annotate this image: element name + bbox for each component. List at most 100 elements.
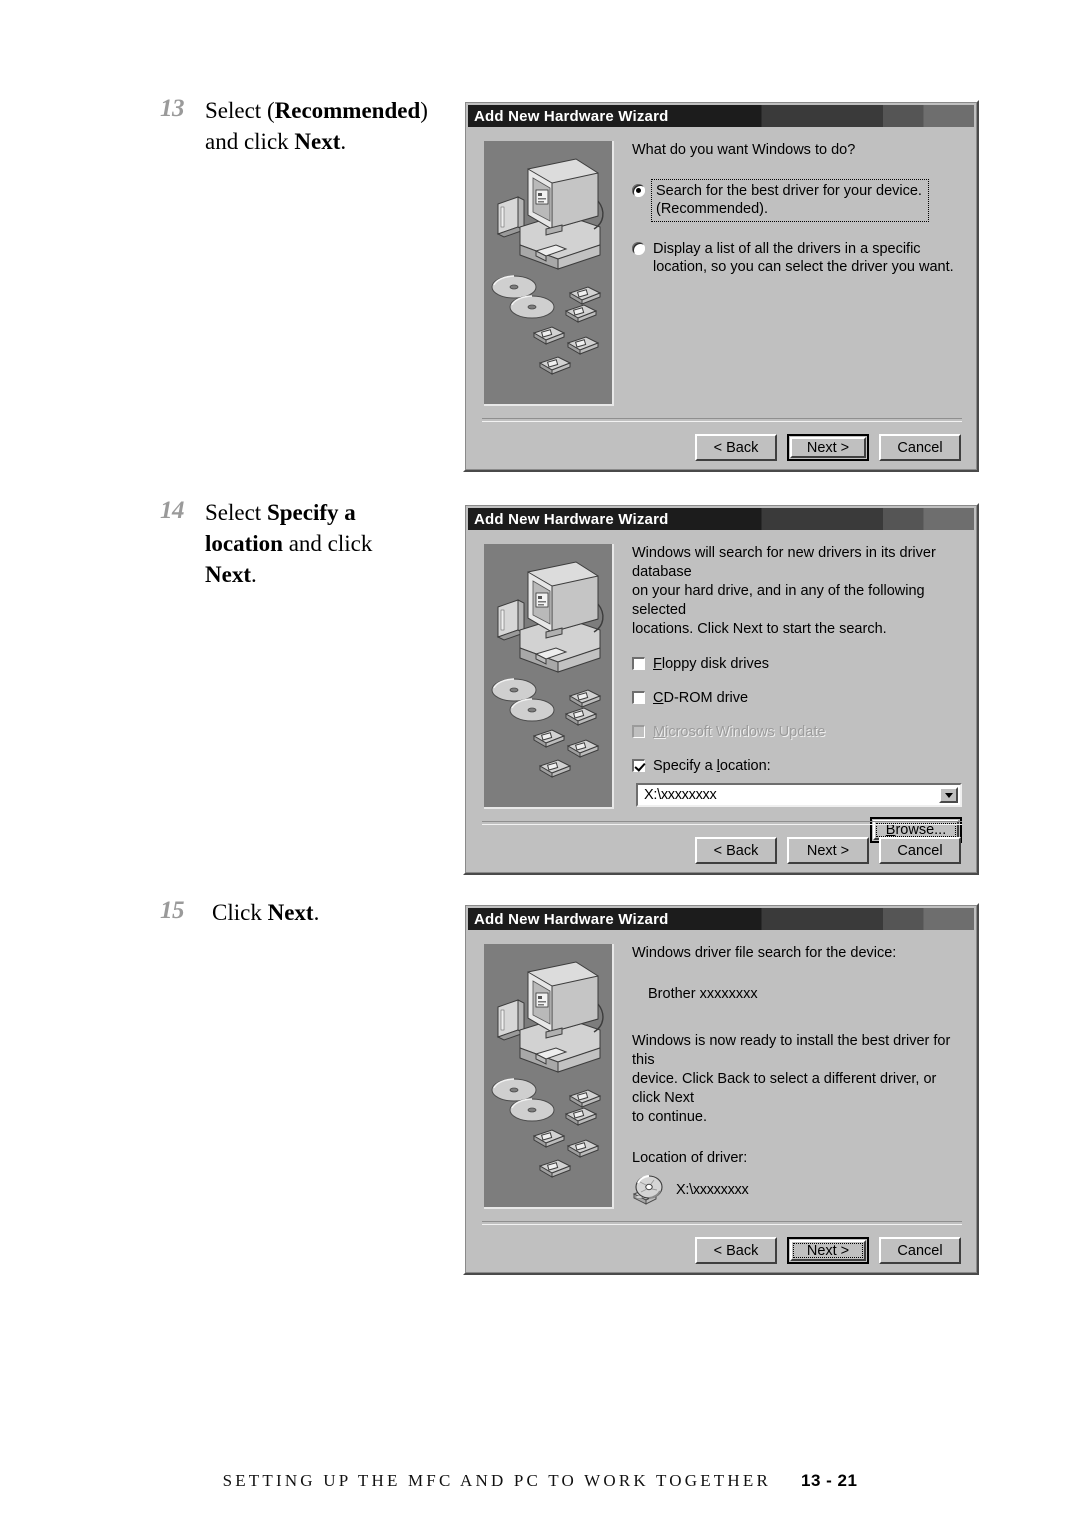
dialog-1-title: Add New Hardware Wizard bbox=[474, 107, 669, 125]
option-display-driver-list-labels: Display a list of all the drivers in a s… bbox=[653, 240, 954, 276]
checkbox-specify-a-location-label: Specify a location: bbox=[653, 757, 771, 775]
dialog-2-titlebar[interactable]: Add New Hardware Wizard bbox=[468, 508, 974, 530]
checkbox-specify-a-location[interactable]: Specify a location: bbox=[632, 757, 962, 775]
dialog-2-next-label: Next > bbox=[806, 842, 850, 859]
checkbox-floppy-disk-drives[interactable]: Floppy disk drives bbox=[632, 655, 962, 673]
wizard-illustration-3 bbox=[484, 944, 614, 1209]
radio-display-driver-list[interactable] bbox=[632, 242, 645, 255]
dialog-3-body: Windows driver file search for the devic… bbox=[468, 930, 974, 1270]
dialog-1-content: What do you want Windows to do? Search f… bbox=[632, 141, 962, 276]
checkbox-floppy-accel: F bbox=[653, 656, 662, 672]
checkbox-floppy-rest: loppy disk drives bbox=[661, 656, 770, 672]
dialog-1-button-row: < Back Next > Cancel bbox=[695, 434, 961, 461]
dialog-3-back-button[interactable]: < Back bbox=[695, 1237, 777, 1264]
step-15-text: Click Next. bbox=[212, 897, 460, 928]
step-13-number: 13 bbox=[160, 95, 185, 122]
checkbox-cd-rom-drive-box[interactable] bbox=[632, 691, 645, 704]
page-footer: SETTING UP THE MFC AND PC TO WORK TOGETH… bbox=[0, 1471, 1080, 1491]
checkbox-mswu-accel: M bbox=[653, 724, 666, 740]
checkbox-cdrom-accel: C bbox=[653, 690, 664, 706]
checkbox-mswu-rest: icrosoft Windows Update bbox=[665, 724, 826, 740]
dialog-2-button-row: < Back Next > Cancel bbox=[695, 837, 961, 864]
checkbox-floppy-disk-drives-label: Floppy disk drives bbox=[653, 655, 769, 673]
step-15-part-0: Click bbox=[212, 900, 268, 925]
option-search-best-driver-line2: (Recommended). bbox=[656, 201, 769, 217]
dialog-2-prompt-line3: locations. Click Next to start the searc… bbox=[632, 621, 887, 637]
checkbox-microsoft-windows-update-box bbox=[632, 725, 645, 738]
wizard-illustration-2 bbox=[484, 544, 614, 809]
step-13-part-6: . bbox=[340, 129, 347, 154]
checkbox-specify-a-location-box[interactable] bbox=[632, 759, 645, 772]
driver-location-row: X:\xxxxxxxx bbox=[632, 1174, 962, 1206]
option-search-best-driver-focus: Search for the best driver for your devi… bbox=[651, 179, 929, 222]
dialog-2-body: Windows will search for new drivers in i… bbox=[468, 530, 974, 870]
step-14-part-0: Select bbox=[205, 500, 267, 525]
dialog-1-separator bbox=[482, 418, 962, 422]
dialog-1-prompt: What do you want Windows to do? bbox=[632, 142, 856, 158]
dialog-2-prompt-line2: on your hard drive, and in any of the fo… bbox=[632, 583, 925, 618]
dialog-1-next-button[interactable]: Next > bbox=[787, 434, 869, 461]
dialog-3-content: Windows driver file search for the devic… bbox=[632, 944, 962, 1206]
dialog-3-button-row: < Back Next > Cancel bbox=[695, 1237, 961, 1264]
checkbox-specify-rest: ocation: bbox=[719, 758, 771, 774]
dialog-1-body: What do you want Windows to do? Search f… bbox=[468, 127, 974, 467]
checkbox-microsoft-windows-update: Microsoft Windows Update bbox=[632, 723, 962, 741]
checkbox-microsoft-windows-update-label: Microsoft Windows Update bbox=[653, 723, 825, 741]
step-14-number: 14 bbox=[160, 497, 185, 524]
dialog-3-next-button[interactable]: Next > bbox=[787, 1237, 869, 1264]
dialog-1-cancel-button[interactable]: Cancel bbox=[879, 434, 961, 461]
dialog-3-location-label: Location of driver: bbox=[632, 1150, 748, 1166]
driver-location-value: X:\xxxxxxxx bbox=[676, 1182, 749, 1198]
location-combobox-value: X:\xxxxxxxx bbox=[644, 787, 717, 803]
step-14-part-3: Next bbox=[205, 562, 251, 587]
step-13-part-5: Next bbox=[294, 129, 341, 154]
dialog-3-body-line1: Windows is now ready to install the best… bbox=[632, 1033, 951, 1068]
dialog-1-titlebar[interactable]: Add New Hardware Wizard bbox=[468, 105, 974, 127]
dialog-1-back-label: < Back bbox=[713, 439, 759, 456]
dialog-3-title: Add New Hardware Wizard bbox=[474, 910, 669, 928]
step-13-text: Select (Recommended) and click Next. bbox=[205, 95, 460, 157]
radio-search-best-driver[interactable] bbox=[632, 184, 645, 197]
dialog-2-cancel-button[interactable]: Cancel bbox=[879, 837, 961, 864]
add-new-hardware-wizard-dialog-3[interactable]: Add New Hardware Wizard Windows driver f… bbox=[463, 903, 979, 1275]
step-15: 15 Click Next. bbox=[160, 897, 460, 928]
step-14-part-4: . bbox=[250, 562, 257, 587]
option-display-driver-list[interactable]: Display a list of all the drivers in a s… bbox=[632, 240, 962, 276]
dialog-3-separator bbox=[482, 1221, 962, 1225]
checkbox-floppy-disk-drives-box[interactable] bbox=[632, 657, 645, 670]
cd-drive-icon bbox=[632, 1175, 663, 1205]
dialog-3-cancel-label: Cancel bbox=[897, 1242, 943, 1259]
add-new-hardware-wizard-dialog-2[interactable]: Add New Hardware Wizard Windows will sea… bbox=[463, 503, 979, 875]
dialog-2-title: Add New Hardware Wizard bbox=[474, 510, 669, 528]
dialog-3-back-label: < Back bbox=[713, 1242, 759, 1259]
dialog-2-next-button[interactable]: Next > bbox=[787, 837, 869, 864]
dialog-1-next-label: Next > bbox=[806, 439, 850, 456]
dialog-3-prompt: Windows driver file search for the devic… bbox=[632, 945, 897, 961]
option-search-best-driver[interactable]: Search for the best driver for your devi… bbox=[632, 179, 962, 222]
location-combobox[interactable]: X:\xxxxxxxx bbox=[636, 783, 962, 807]
dialog-3-titlebar[interactable]: Add New Hardware Wizard bbox=[468, 908, 974, 930]
checkbox-cd-rom-drive[interactable]: CD-ROM drive bbox=[632, 689, 962, 707]
checkbox-specify-pre: Specify a bbox=[653, 758, 717, 774]
dialog-3-cancel-button[interactable]: Cancel bbox=[879, 1237, 961, 1264]
dialog-2-back-button[interactable]: < Back bbox=[695, 837, 777, 864]
dialog-3-body-line2: device. Click Back to select a different… bbox=[632, 1071, 937, 1106]
step-13-part-0: Select bbox=[205, 98, 267, 123]
dialog-1-cancel-label: Cancel bbox=[897, 439, 943, 456]
dialog-3-next-label: Next > bbox=[806, 1242, 850, 1259]
step-15-part-1: Next bbox=[267, 900, 314, 925]
checkbox-cdrom-rest: D-ROM drive bbox=[663, 690, 749, 706]
chevron-down-icon[interactable] bbox=[939, 787, 958, 803]
dialog-2-back-label: < Back bbox=[713, 842, 759, 859]
option-search-best-driver-line1: Search for the best driver for your devi… bbox=[656, 183, 922, 199]
step-13-part-2: Recommended bbox=[274, 98, 421, 123]
step-14-part-2: and click bbox=[282, 531, 373, 556]
computer-drivers-illustration-svg-3 bbox=[484, 944, 612, 1207]
step-13-part-1: ( bbox=[266, 98, 275, 123]
step-13-part-4: and click bbox=[205, 129, 295, 154]
dialog-1-back-button[interactable]: < Back bbox=[695, 434, 777, 461]
add-new-hardware-wizard-dialog-1[interactable]: Add New Hardware Wizard What do you want… bbox=[463, 100, 979, 472]
option-display-driver-list-line2: location, so you can select the driver y… bbox=[653, 259, 954, 275]
computer-drivers-illustration-svg bbox=[484, 141, 612, 404]
step-15-part-2: . bbox=[313, 900, 320, 925]
